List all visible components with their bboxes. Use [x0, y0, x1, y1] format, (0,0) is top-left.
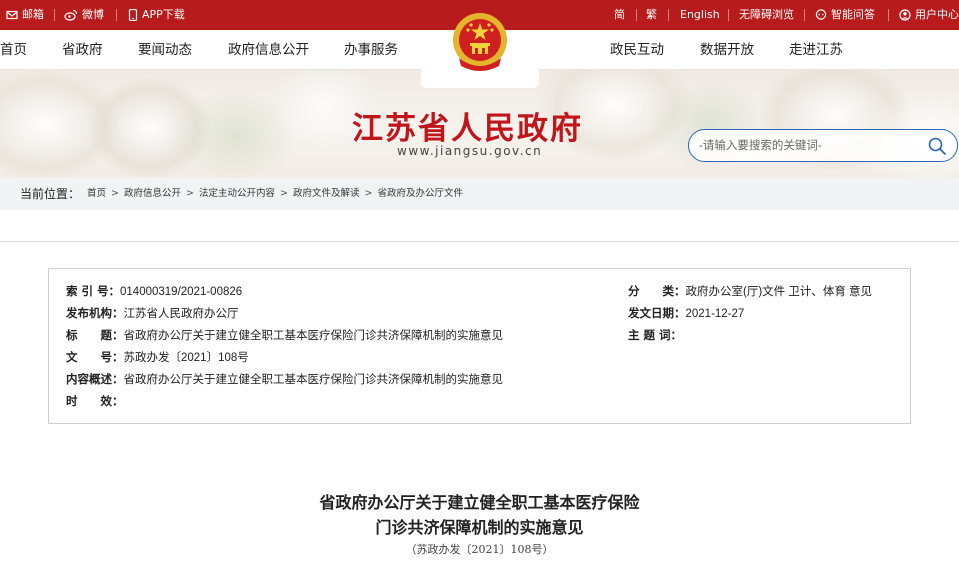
meta-subject-terms-key: 主 题 词： [628, 328, 683, 342]
nav-interaction[interactable]: 政民互动 [610, 30, 664, 70]
breadcrumb-item-home[interactable]: 首页 [87, 178, 106, 210]
meta-category-value: 政府办公室(厅)文件 卫计、体育 意见 [685, 286, 873, 298]
content-divider [0, 241, 959, 242]
weibo-icon [64, 9, 78, 21]
breadcrumb-item-statutory[interactable]: 法定主动公开内容 [199, 178, 275, 210]
meta-validity: 时 效： [66, 393, 124, 410]
user-center-label: 用户中心 [915, 8, 959, 21]
meta-publisher-value: 江苏省人民政府办公厅 [123, 308, 239, 320]
meta-category-key: 分 类： [628, 284, 686, 298]
meta-issue-date-value: 2021-12-27 [685, 308, 745, 320]
simplified-label: 简 [614, 8, 625, 21]
accessibility-link[interactable]: 无障碍浏览 [739, 0, 794, 30]
nav-open-data[interactable]: 数据开放 [700, 30, 754, 70]
meta-title: 标 题：省政府办公厅关于建立健全职工基本医疗保险门诊共济保障机制的实施意见 [66, 327, 503, 344]
english-label: English [680, 8, 720, 21]
meta-issue-date: 发文日期：2021-12-27 [628, 305, 744, 322]
meta-title-value: 省政府办公厅关于建立健全职工基本医疗保险门诊共济保障机制的实施意见 [123, 330, 504, 342]
search-icon[interactable] [927, 136, 947, 156]
mail-icon [6, 10, 18, 20]
smart-qa-label: 智能问答 [831, 8, 875, 21]
weibo-link[interactable]: 微博 [64, 0, 104, 30]
meta-category: 分 类：政府办公室(厅)文件 卫计、体育 意见 [628, 283, 872, 300]
nav-provincial-government[interactable]: 省政府 [62, 30, 103, 70]
site-url: www.jiangsu.gov.cn [397, 144, 543, 158]
nav-home[interactable]: 首页 [0, 30, 27, 70]
nav-information-disclosure[interactable]: 政府信息公开 [228, 30, 309, 70]
breadcrumb-item-disclosure[interactable]: 政府信息公开 [124, 178, 181, 210]
meta-document-number-key: 文 号： [66, 350, 124, 364]
user-center-link[interactable]: 用户中心 [899, 0, 959, 30]
meta-document-number-value: 苏政办发〔2021〕108号 [123, 352, 249, 364]
user-icon [899, 9, 911, 21]
app-download-label: APP下载 [142, 8, 185, 21]
meta-issue-date-key: 发文日期： [628, 306, 686, 320]
article-document-number: （苏政办发〔2021〕108号） [405, 543, 554, 556]
meta-index-number-value: 014000319/2021-00826 [120, 286, 243, 298]
national-emblem-icon [453, 13, 507, 71]
breadcrumb-separator: > [279, 188, 288, 199]
meta-document-number: 文 号：苏政办发〔2021〕108号 [66, 349, 249, 366]
breadcrumb-item-office-documents[interactable]: 省政府及办公厅文件 [377, 178, 463, 210]
meta-index-number: 索 引 号：014000319/2021-00826 [66, 283, 242, 300]
mail-link[interactable]: 邮箱 [6, 0, 44, 30]
breadcrumb-separator: > [111, 188, 119, 199]
breadcrumb-separator: > [186, 188, 194, 199]
app-download-link[interactable]: APP下载 [128, 0, 185, 30]
article-title-line-2: 门诊共济保障机制的实施意见 [375, 518, 584, 537]
traditional-label: 繁 [646, 8, 657, 21]
nav-news[interactable]: 要闻动态 [138, 30, 192, 70]
meta-subject-terms: 主 题 词： [628, 327, 682, 344]
breadcrumb-trail: 首页 > 政府信息公开 > 法定主动公开内容 > 政府文件及解读 > 省政府及办… [87, 178, 463, 210]
site-title: 江苏省人民政府 [352, 111, 583, 147]
meta-summary-key: 内容概述： [66, 372, 124, 386]
meta-publisher: 发布机构：江苏省人民政府办公厅 [66, 305, 239, 322]
article-title-line-1: 省政府办公厅关于建立健全职工基本医疗保险 [319, 493, 640, 512]
meta-index-number-key: 索 引 号： [66, 284, 121, 298]
accessibility-label: 无障碍浏览 [739, 8, 794, 21]
nav-services[interactable]: 办事服务 [344, 30, 398, 70]
english-link[interactable]: English [680, 0, 720, 30]
meta-title-key: 标 题： [66, 328, 124, 342]
breadcrumb-separator: > [364, 188, 373, 199]
meta-summary-value: 省政府办公厅关于建立健全职工基本医疗保险门诊共济保障机制的实施意见 [123, 374, 504, 386]
breadcrumb-label: 当前位置： [20, 187, 81, 201]
meta-publisher-key: 发布机构： [66, 306, 124, 320]
weibo-label: 微博 [82, 8, 104, 21]
smart-qa-link[interactable]: 智能问答 [815, 0, 875, 30]
traditional-chinese-link[interactable]: 繁 [646, 0, 657, 30]
meta-validity-key: 时 效： [66, 394, 124, 408]
breadcrumb: 当前位置： 首页 > 政府信息公开 > 法定主动公开内容 > 政府文件及解读 >… [0, 178, 959, 210]
chat-bubble-icon [815, 9, 827, 20]
phone-icon [128, 9, 138, 21]
search-box [688, 129, 958, 162]
breadcrumb-item-documents[interactable]: 政府文件及解读 [293, 178, 360, 210]
simplified-chinese-link[interactable]: 简 [614, 0, 625, 30]
search-input[interactable] [699, 136, 919, 156]
mail-label: 邮箱 [22, 8, 44, 21]
nav-about-jiangsu[interactable]: 走进江苏 [789, 30, 843, 70]
meta-summary: 内容概述：省政府办公厅关于建立健全职工基本医疗保险门诊共济保障机制的实施意见 [66, 371, 503, 388]
